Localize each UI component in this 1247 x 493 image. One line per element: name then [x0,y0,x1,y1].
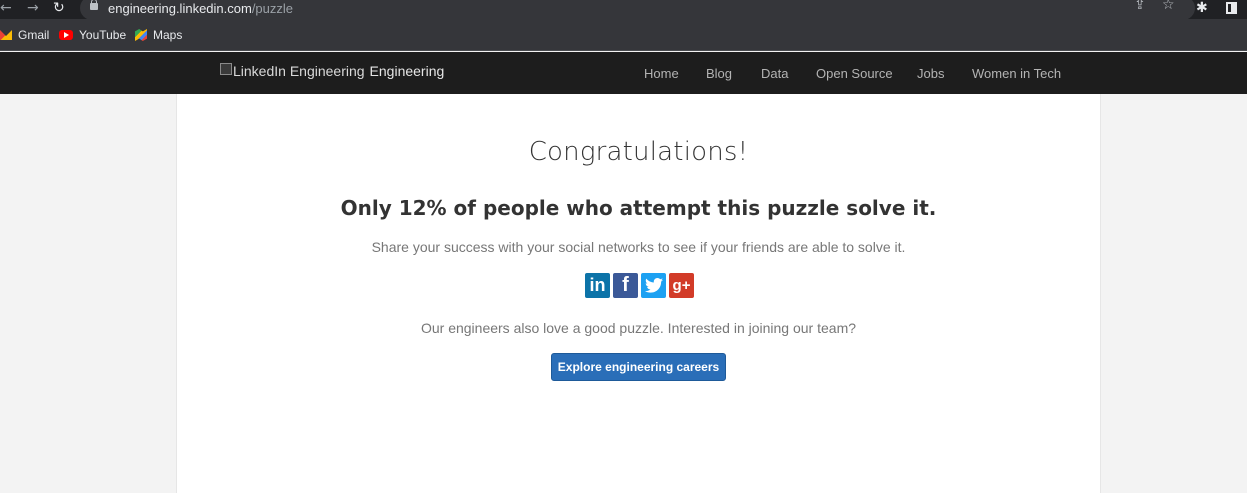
facebook-icon[interactable]: f [613,273,638,298]
careers-prompt: Our engineers also love a good puzzle. I… [420,320,857,336]
bookmark-gmail[interactable]: Gmail [0,28,49,42]
extensions-icon[interactable]: ✱ [1196,0,1208,16]
broken-image-icon [220,63,232,75]
star-icon[interactable]: ☆ [1162,0,1175,13]
page-title: Congratulations! [528,137,749,167]
side-panel-icon[interactable] [1226,2,1237,14]
social-share-buttons: in f g+ [585,273,694,298]
maps-icon [135,29,147,41]
nav-jobs[interactable]: Jobs [917,66,944,81]
site-logo[interactable]: LinkedIn Engineering Engineering [220,63,444,79]
share-prompt: Share your success with your social netw… [371,239,906,255]
nav-blog[interactable]: Blog [706,66,732,81]
bookmark-label: Gmail [18,28,50,42]
solve-rate-text: Only 12% of people who attempt this puzz… [340,196,937,220]
twitter-bird-icon [644,278,663,293]
logo-text: Engineering [369,63,445,79]
linkedin-icon[interactable]: in [585,273,610,298]
logo-alt-text: LinkedIn Engineering [233,63,365,79]
back-icon[interactable]: ← [0,0,12,17]
explore-careers-button[interactable]: Explore engineering careers [551,353,726,381]
nav-women-in-tech[interactable]: Women in Tech [972,66,1061,81]
youtube-icon [59,30,73,40]
browser-toolbar: ← → ↻ engineering.linkedin.com/puzzle ⇪ … [0,0,1247,20]
main-content: Congratulations! Only 12% of people who … [176,94,1101,493]
reload-icon[interactable]: ↻ [53,0,65,17]
nav-home[interactable]: Home [644,66,679,81]
lock-icon[interactable] [90,0,98,10]
url-host: engineering.linkedin.com [108,1,252,16]
share-icon[interactable]: ⇪ [1134,0,1146,13]
bookmark-label: YouTube [79,28,127,42]
url-path: /puzzle [251,1,294,16]
bookmarks-bar: Gmail YouTube Maps [0,19,1247,51]
google-plus-icon[interactable]: g+ [669,273,694,298]
url-text[interactable]: engineering.linkedin.com/puzzle [108,1,293,16]
bookmark-youtube[interactable]: YouTube [59,28,126,42]
forward-icon[interactable]: → [27,0,39,17]
site-header: LinkedIn Engineering Engineering Home Bl… [0,52,1247,94]
nav-open-source[interactable]: Open Source [816,66,893,81]
address-bar[interactable]: engineering.linkedin.com/puzzle ⇪ ☆ [80,0,1195,20]
gmail-icon [0,30,12,40]
twitter-icon[interactable] [641,273,666,298]
nav-data[interactable]: Data [761,66,788,81]
bookmark-maps[interactable]: Maps [135,28,182,42]
bookmark-label: Maps [153,28,183,42]
